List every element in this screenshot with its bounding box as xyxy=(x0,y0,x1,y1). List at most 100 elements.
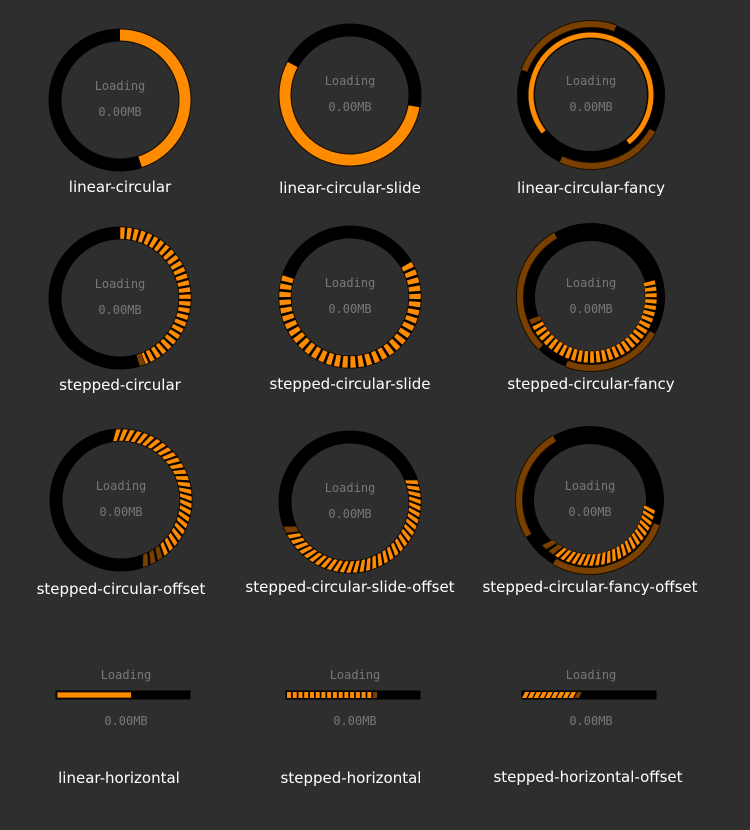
loading-label: Loading xyxy=(324,276,376,290)
widget-caption: stepped-circular-offset xyxy=(36,580,206,598)
size-label: 0.00MB xyxy=(328,507,372,521)
widget-caption: stepped-horizontal-offset xyxy=(493,768,683,786)
loading-label: Loading xyxy=(324,481,376,495)
size-label: 0.00MB xyxy=(569,302,613,316)
bar-fill xyxy=(56,691,132,699)
ring-step xyxy=(341,355,349,369)
progress-ring: Loading 0.00MB xyxy=(510,420,670,580)
bar-graphic xyxy=(285,690,421,700)
widget-stepped-circular-fancy-offset: Loading 0.00MB stepped-circular-fancy-of… xyxy=(482,420,698,600)
loading-label: Loading xyxy=(329,668,381,682)
size-label: 0.00MB xyxy=(333,714,377,728)
ring-step xyxy=(606,549,611,565)
ring-step xyxy=(600,551,607,566)
widget-caption: stepped-circular xyxy=(59,376,181,394)
bar-step xyxy=(355,692,360,698)
widget-caption: linear-circular-slide xyxy=(279,179,421,197)
bar-step xyxy=(350,692,355,698)
progress-ring: Loading 0.00MB xyxy=(270,422,430,582)
widget-caption: linear-circular-fancy xyxy=(517,179,665,197)
bar-step xyxy=(304,692,309,698)
loading-label: Loading xyxy=(94,277,146,291)
loading-label: Loading xyxy=(94,79,146,93)
widget-linear-circular-slide: Loading 0.00MB linear-circular-slide xyxy=(270,15,430,197)
widget-stepped-horizontal-offset: Loading 0.00MB stepped-horizontal-offset xyxy=(493,667,682,797)
loading-label: Loading xyxy=(565,668,617,682)
bar-step xyxy=(309,692,314,698)
widget-linear-circular: Loading 0.00MB linear-circular xyxy=(40,20,200,200)
progress-ring: Loading 0.00MB xyxy=(40,218,200,378)
ring-graphic xyxy=(516,223,665,372)
widget-stepped-circular-slide-offset: Loading 0.00MB stepped-circular-slide-of… xyxy=(245,422,455,602)
widget-stepped-circular-slide: Loading 0.00MB stepped-circular-slide xyxy=(269,217,431,397)
bar-step xyxy=(367,692,372,698)
bar-graphic xyxy=(521,690,657,700)
progress-ring: Loading 0.00MB xyxy=(41,420,201,580)
size-label: 0.00MB xyxy=(569,714,613,728)
bar-step xyxy=(287,692,292,698)
widget-stepped-horizontal: Loading 0.00MB stepped-horizontal xyxy=(281,667,425,797)
ring-graphic xyxy=(515,426,664,575)
progress-demo-stage: Loading 0.00MB linear-circular Loading 0… xyxy=(0,0,750,830)
progress-ring: Loading 0.00MB xyxy=(270,15,430,175)
bar-step xyxy=(332,692,337,698)
bar-step xyxy=(361,692,366,698)
widget-caption: stepped-circular-fancy-offset xyxy=(482,578,698,596)
size-label: 0.00MB xyxy=(328,100,372,114)
bar-step xyxy=(298,692,303,698)
widget-linear-circular-fancy: Loading 0.00MB linear-circular-fancy xyxy=(511,15,671,197)
size-label: 0.00MB xyxy=(99,505,143,519)
ring-step xyxy=(589,350,595,364)
ring-track xyxy=(517,21,665,169)
ring-graphic xyxy=(517,20,665,170)
loading-label: Loading xyxy=(95,479,147,493)
ring-graphic xyxy=(278,430,422,574)
widget-caption: stepped-circular-fancy xyxy=(507,375,675,393)
bar-step xyxy=(338,692,343,698)
size-label: 0.00MB xyxy=(98,303,142,317)
ring-step-dim xyxy=(142,552,149,569)
progress-ring: Loading 0.00MB xyxy=(270,217,430,377)
progress-ring: Loading 0.00MB xyxy=(511,217,671,377)
bar-step xyxy=(321,692,326,698)
ring-inner-progress xyxy=(528,32,654,145)
widget-caption: stepped-circular-slide-offset xyxy=(245,578,455,596)
progress-bar: Loading 0.00MB xyxy=(285,667,425,747)
loading-label: Loading xyxy=(565,74,617,88)
ring-step xyxy=(408,293,422,300)
widget-caption: stepped-circular-slide xyxy=(269,375,431,393)
bar-graphic xyxy=(55,690,191,700)
bar-step xyxy=(292,692,297,698)
ring-step xyxy=(178,293,192,300)
ring-graphic xyxy=(278,225,422,369)
ring-step xyxy=(594,350,602,364)
size-label: 0.00MB xyxy=(328,302,372,316)
size-label: 0.00MB xyxy=(569,100,613,114)
ring-step xyxy=(644,292,658,298)
bar-step xyxy=(373,692,378,698)
loading-label: Loading xyxy=(324,74,376,88)
progress-ring: Loading 0.00MB xyxy=(511,15,671,175)
bar-step xyxy=(327,692,332,698)
ring-graphic xyxy=(278,23,422,167)
bar-step xyxy=(344,692,349,698)
progress-bar: Loading 0.00MB xyxy=(521,667,661,747)
widget-caption: linear-circular xyxy=(68,178,172,196)
widget-caption: stepped-horizontal xyxy=(280,769,422,787)
bar-step xyxy=(315,692,320,698)
widget-linear-horizontal: Loading 0.00MB linear-horizontal xyxy=(55,667,195,797)
size-label: 0.00MB xyxy=(568,505,612,519)
widget-stepped-circular: Loading 0.00MB stepped-circular xyxy=(40,218,200,398)
progress-ring: Loading 0.00MB xyxy=(40,20,200,180)
progress-bar: Loading 0.00MB xyxy=(55,667,195,747)
loading-label: Loading xyxy=(564,479,616,493)
ring-step-dim xyxy=(282,525,300,534)
ring-step xyxy=(349,355,357,369)
ring-step xyxy=(119,226,126,240)
widget-caption: linear-horizontal xyxy=(58,769,180,787)
size-label: 0.00MB xyxy=(98,105,142,119)
ring-graphic xyxy=(48,226,192,370)
ring-step xyxy=(278,291,292,298)
size-label: 0.00MB xyxy=(104,714,148,728)
ring-graphic xyxy=(48,28,192,172)
